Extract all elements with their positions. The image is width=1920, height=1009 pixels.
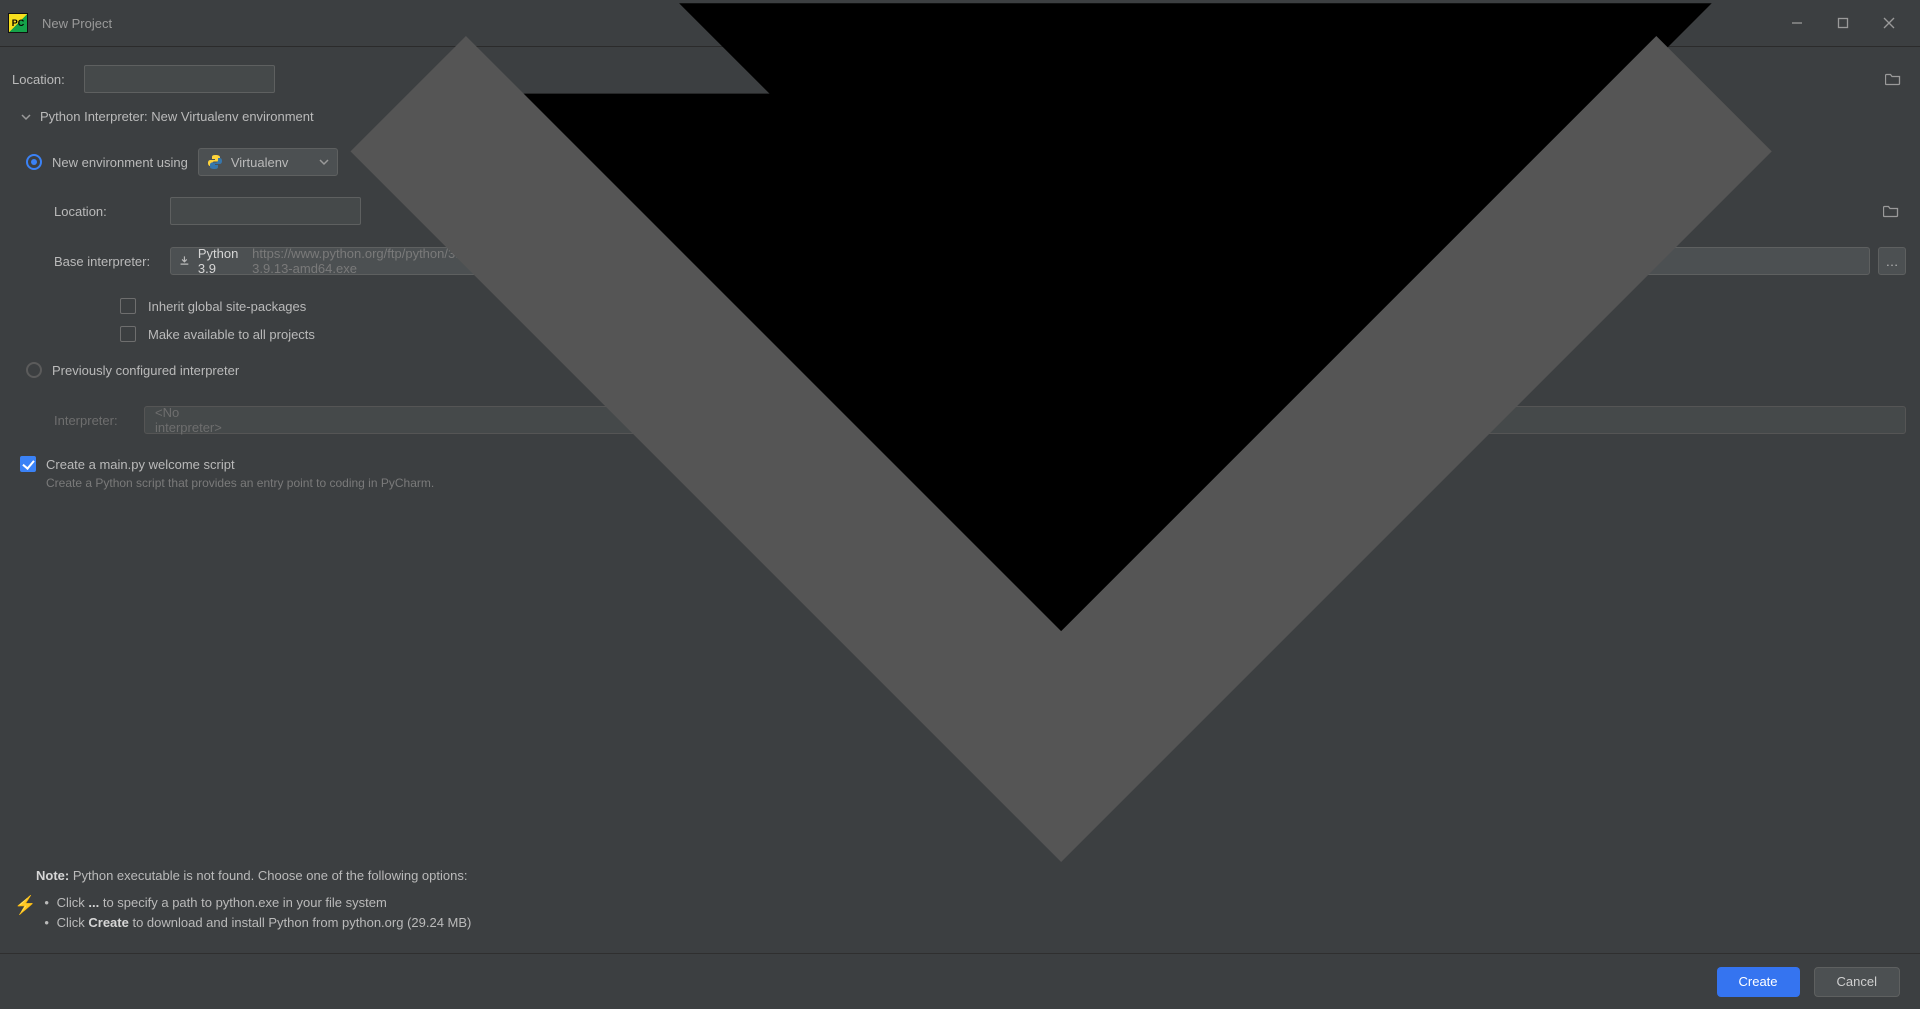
download-icon [179,254,190,268]
note-text: Python executable is not found. Choose o… [73,868,468,883]
python-icon [207,154,223,170]
make-available-all-projects-checkbox[interactable] [120,326,136,342]
create-button[interactable]: Create [1717,967,1800,997]
dialog-footer: Create Cancel [0,953,1920,1009]
interpreter-dropdown: <No interpreter> [144,406,1906,434]
close-button[interactable] [1880,14,1898,32]
create-welcome-script-checkbox[interactable] [20,456,36,472]
note-bullet-1: Click ... to specify a path to python.ex… [44,893,471,913]
note-prefix: Note: [36,868,69,883]
interpreter-selected: <No interpreter> [155,405,245,435]
base-interpreter-name: Python 3.9 [198,246,246,276]
create-welcome-script-label: Create a main.py welcome script [46,457,235,472]
window-title: New Project [42,16,112,31]
interpreter-label: Interpreter: [54,413,144,428]
app-icon: PC [8,13,28,33]
browse-venv-location-button[interactable] [1882,202,1900,220]
base-interpreter-label: Base interpreter: [54,254,170,269]
note-bullet-2: Click Create to download and install Pyt… [44,913,471,933]
dialog-content: Location: Python Interpreter: New Virtua… [0,47,1920,1009]
chevron-down-icon [20,111,32,123]
previously-configured-label: Previously configured interpreter [52,363,239,378]
location-label: Location: [12,72,84,87]
cancel-button[interactable]: Cancel [1814,967,1900,997]
inherit-site-packages-checkbox[interactable] [120,298,136,314]
chevron-down-icon [245,0,1877,1009]
browse-location-button[interactable] [1884,70,1902,88]
note-block: Note: Python executable is not found. Ch… [14,868,1906,933]
venv-location-label: Location: [54,204,170,219]
lightning-icon: ⚡ [14,895,36,916]
new-environment-label: New environment using [52,155,188,170]
base-interpreter-browse-button[interactable]: … [1878,247,1906,275]
previously-configured-radio[interactable] [26,362,42,378]
new-environment-radio[interactable] [26,154,42,170]
